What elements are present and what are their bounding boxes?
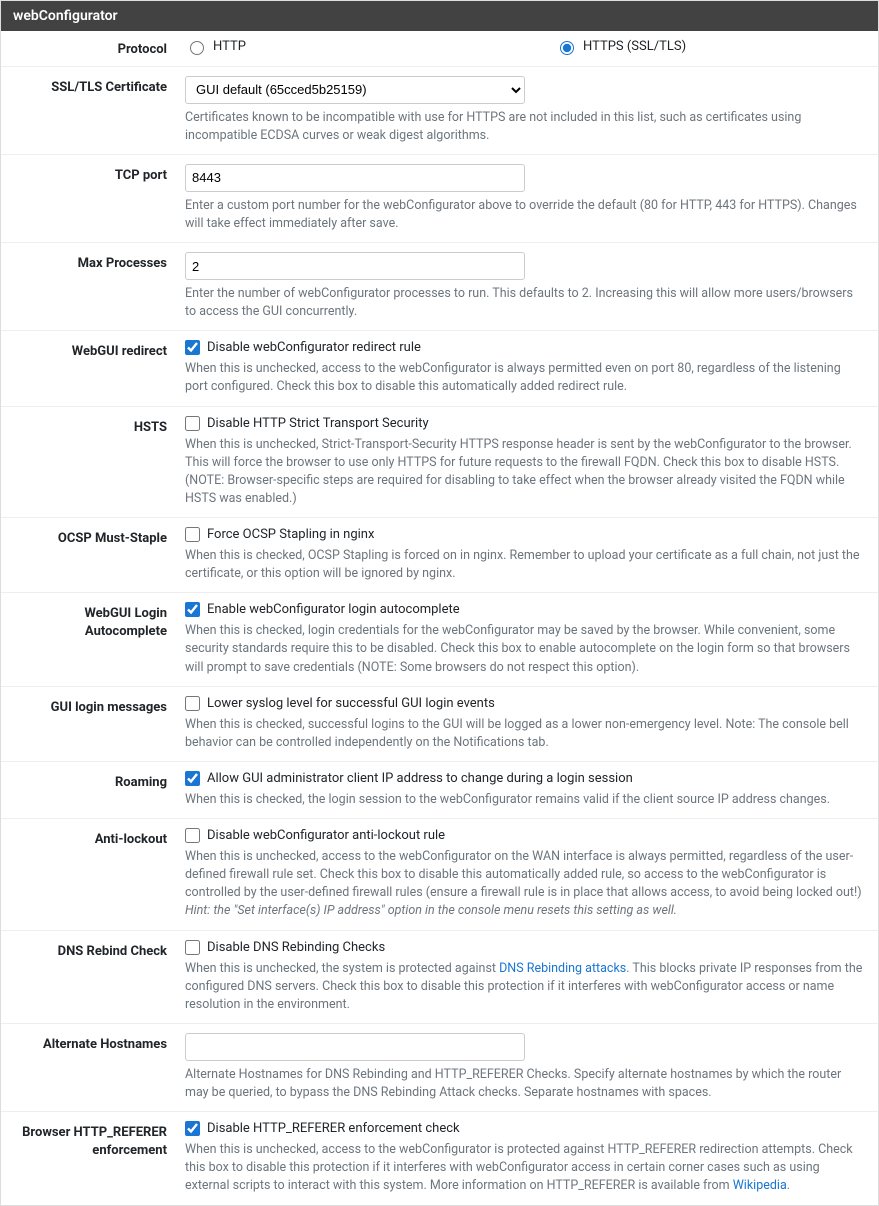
roaming-check-row[interactable]: Allow GUI administrator client IP addres… bbox=[185, 771, 864, 786]
row-protocol: Protocol HTTP HTTPS (SSL/TLS) bbox=[1, 31, 878, 67]
row-autocomplete: WebGUI Login Autocomplete Enable webConf… bbox=[1, 593, 878, 686]
autocomplete-checkbox[interactable] bbox=[185, 602, 200, 617]
help-redirect: When this is unchecked, access to the we… bbox=[185, 360, 864, 396]
dns-rebind-check-row[interactable]: Disable DNS Rebinding Checks bbox=[185, 940, 864, 955]
login-msg-checkbox-label: Lower syslog level for successful GUI lo… bbox=[207, 696, 495, 711]
label-login-msg: GUI login messages bbox=[15, 696, 185, 752]
row-tcp-port: TCP port Enter a custom port number for … bbox=[1, 155, 878, 243]
help-autocomplete: When this is checked, login credentials … bbox=[185, 622, 864, 676]
label-hsts: HSTS bbox=[15, 416, 185, 509]
tcp-port-input[interactable] bbox=[185, 164, 525, 192]
antilockout-checkbox-label: Disable webConfigurator anti-lockout rul… bbox=[207, 828, 445, 843]
referer-checkbox[interactable] bbox=[185, 1121, 200, 1136]
webconfigurator-panel: webConfigurator Protocol HTTP HTTPS (SSL… bbox=[0, 0, 879, 1206]
max-proc-input[interactable] bbox=[185, 252, 525, 280]
label-autocomplete: WebGUI Login Autocomplete bbox=[15, 602, 185, 676]
row-alt-host: Alternate Hostnames Alternate Hostnames … bbox=[1, 1024, 878, 1112]
row-max-proc: Max Processes Enter the number of webCon… bbox=[1, 243, 878, 331]
label-tcp-port: TCP port bbox=[15, 164, 185, 233]
row-roaming: Roaming Allow GUI administrator client I… bbox=[1, 762, 878, 819]
help-ocsp: When this is checked, OCSP Stapling is f… bbox=[185, 547, 864, 583]
login-msg-checkbox[interactable] bbox=[185, 696, 200, 711]
row-referer: Browser HTTP_REFERER enforcement Disable… bbox=[1, 1112, 878, 1204]
label-roaming: Roaming bbox=[15, 771, 185, 809]
ocsp-checkbox-label: Force OCSP Stapling in nginx bbox=[207, 527, 374, 542]
roaming-checkbox[interactable] bbox=[185, 771, 200, 786]
protocol-https-radio[interactable] bbox=[560, 41, 574, 55]
referer-link[interactable]: Wikipedia bbox=[733, 1178, 787, 1193]
redirect-check-row[interactable]: Disable webConfigurator redirect rule bbox=[185, 340, 864, 355]
help-ssl-cert: Certificates known to be incompatible wi… bbox=[185, 109, 864, 145]
dns-rebind-checkbox-label: Disable DNS Rebinding Checks bbox=[207, 940, 385, 955]
protocol-http-radio[interactable] bbox=[190, 41, 204, 55]
hsts-checkbox-label: Disable HTTP Strict Transport Security bbox=[207, 416, 429, 431]
help-roaming: When this is checked, the login session … bbox=[185, 791, 864, 809]
row-ssl-cert: SSL/TLS Certificate GUI default (65cced5… bbox=[1, 67, 878, 155]
panel-title: webConfigurator bbox=[1, 1, 878, 31]
login-msg-check-row[interactable]: Lower syslog level for successful GUI lo… bbox=[185, 696, 864, 711]
row-dns-rebind: DNS Rebind Check Disable DNS Rebinding C… bbox=[1, 931, 878, 1024]
label-max-proc: Max Processes bbox=[15, 252, 185, 321]
row-ocsp: OCSP Must-Staple Force OCSP Stapling in … bbox=[1, 518, 878, 593]
redirect-checkbox-label: Disable webConfigurator redirect rule bbox=[207, 340, 421, 355]
help-max-proc: Enter the number of webConfigurator proc… bbox=[185, 285, 864, 321]
protocol-https-option[interactable]: HTTPS (SSL/TLS) bbox=[555, 38, 686, 55]
hsts-check-row[interactable]: Disable HTTP Strict Transport Security bbox=[185, 416, 864, 431]
ocsp-check-row[interactable]: Force OCSP Stapling in nginx bbox=[185, 527, 864, 542]
help-tcp-port: Enter a custom port number for the webCo… bbox=[185, 197, 864, 233]
dns-rebind-link[interactable]: DNS Rebinding attacks bbox=[499, 961, 626, 976]
help-antilockout: When this is unchecked, access to the we… bbox=[185, 848, 864, 921]
roaming-checkbox-label: Allow GUI administrator client IP addres… bbox=[207, 771, 633, 786]
referer-checkbox-label: Disable HTTP_REFERER enforcement check bbox=[207, 1121, 460, 1136]
alt-host-input[interactable] bbox=[185, 1033, 525, 1061]
help-login-msg: When this is checked, successful logins … bbox=[185, 716, 864, 752]
label-alt-host: Alternate Hostnames bbox=[15, 1033, 185, 1102]
label-dns-rebind: DNS Rebind Check bbox=[15, 940, 185, 1014]
protocol-http-label: HTTP bbox=[213, 39, 246, 54]
label-ssl-cert: SSL/TLS Certificate bbox=[15, 76, 185, 145]
antilockout-checkbox[interactable] bbox=[185, 828, 200, 843]
row-login-msg: GUI login messages Lower syslog level fo… bbox=[1, 687, 878, 762]
label-referer: Browser HTTP_REFERER enforcement bbox=[15, 1121, 185, 1195]
label-redirect: WebGUI redirect bbox=[15, 340, 185, 396]
hsts-checkbox[interactable] bbox=[185, 416, 200, 431]
help-referer: When this is unchecked, access to the we… bbox=[185, 1141, 864, 1195]
ocsp-checkbox[interactable] bbox=[185, 527, 200, 542]
protocol-http-option[interactable]: HTTP bbox=[185, 38, 555, 55]
autocomplete-checkbox-label: Enable webConfigurator login autocomplet… bbox=[207, 602, 460, 617]
label-ocsp: OCSP Must-Staple bbox=[15, 527, 185, 583]
antilockout-check-row[interactable]: Disable webConfigurator anti-lockout rul… bbox=[185, 828, 864, 843]
help-dns-rebind: When this is unchecked, the system is pr… bbox=[185, 960, 864, 1014]
redirect-checkbox[interactable] bbox=[185, 340, 200, 355]
protocol-https-label: HTTPS (SSL/TLS) bbox=[583, 39, 686, 54]
label-antilockout: Anti-lockout bbox=[15, 828, 185, 921]
row-antilockout: Anti-lockout Disable webConfigurator ant… bbox=[1, 819, 878, 931]
row-hsts: HSTS Disable HTTP Strict Transport Secur… bbox=[1, 407, 878, 519]
ssl-cert-select[interactable]: GUI default (65cced5b25159) bbox=[185, 76, 525, 104]
label-protocol: Protocol bbox=[15, 38, 185, 59]
dns-rebind-checkbox[interactable] bbox=[185, 940, 200, 955]
help-alt-host: Alternate Hostnames for DNS Rebinding an… bbox=[185, 1066, 864, 1102]
referer-check-row[interactable]: Disable HTTP_REFERER enforcement check bbox=[185, 1121, 864, 1136]
autocomplete-check-row[interactable]: Enable webConfigurator login autocomplet… bbox=[185, 602, 864, 617]
row-redirect: WebGUI redirect Disable webConfigurator … bbox=[1, 331, 878, 406]
help-hsts: When this is unchecked, Strict-Transport… bbox=[185, 436, 864, 509]
